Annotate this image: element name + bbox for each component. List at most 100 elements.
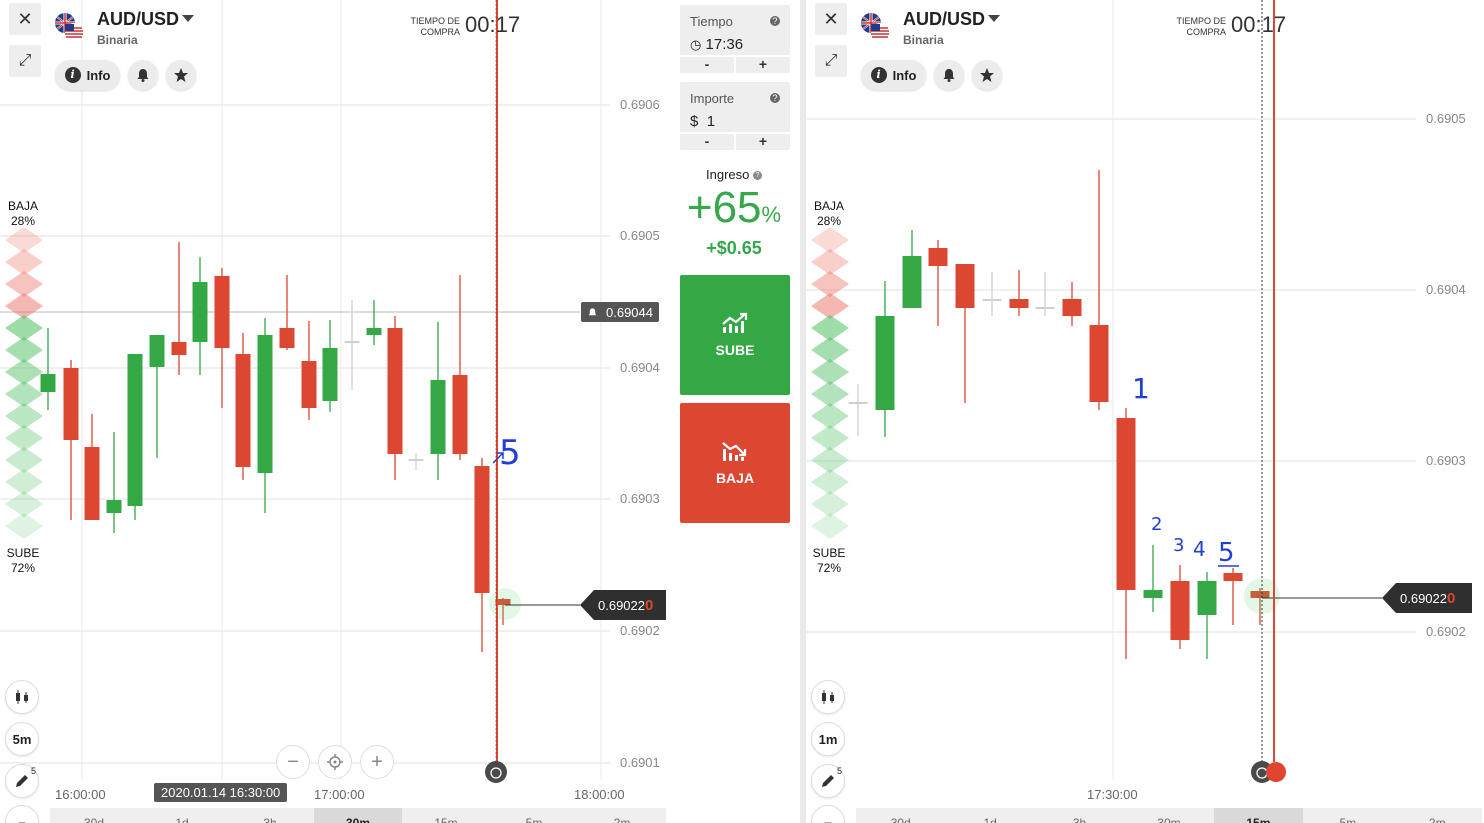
period-option[interactable]: 1d	[138, 808, 226, 823]
timeframe-button[interactable]: 5m	[5, 722, 39, 756]
candle-body	[387, 328, 403, 454]
time-value[interactable]: ◷ 17:36	[690, 36, 743, 53]
candle-body	[1170, 581, 1190, 640]
expand-icon[interactable]: ⤢	[815, 45, 847, 77]
candle-body	[63, 368, 79, 440]
current-price-last-digit: 0	[1447, 589, 1456, 607]
star-icon	[980, 68, 994, 82]
amount-value[interactable]: $ 1	[690, 113, 715, 130]
income-label: Ingreso ?	[668, 167, 800, 182]
period-option[interactable]: 5m	[1303, 808, 1392, 823]
bell-icon	[943, 69, 955, 82]
chart-type-button[interactable]	[811, 680, 845, 714]
chevron-down-icon[interactable]	[182, 15, 194, 22]
period-bar: 30d 1d 3h 30m 15m 5m 2m	[856, 808, 1482, 823]
close-icon[interactable]: ✕	[9, 3, 41, 35]
center-button[interactable]	[318, 745, 352, 779]
sube-pct: 72%	[816, 561, 842, 575]
info-label: Info	[86, 67, 111, 83]
sube-button[interactable]: SUBE	[680, 275, 790, 395]
right-candlestick-chart[interactable]: 123 4 50.69050.69040.69030.6902	[806, 0, 1484, 823]
help-icon[interactable]: ?	[753, 171, 762, 181]
period-option[interactable]: 2m	[1393, 808, 1482, 823]
candle-body	[40, 374, 56, 392]
close-icon[interactable]: ✕	[815, 3, 847, 35]
amount-box[interactable]: Importe ? $ 1 - +	[680, 82, 790, 150]
favorite-button[interactable]	[166, 60, 196, 90]
trend-up-icon	[722, 312, 748, 333]
time-stepper: - +	[680, 55, 790, 73]
pair-name[interactable]: AUD/USD	[903, 9, 985, 30]
price-glow	[489, 588, 521, 620]
flag-icon	[861, 13, 889, 41]
period-option[interactable]: 1d	[945, 808, 1034, 823]
amount-decrease-button[interactable]: -	[680, 134, 736, 150]
bell-icon	[588, 307, 597, 315]
income-amount: +$0.65	[706, 238, 762, 258]
period-option[interactable]: 3h	[226, 808, 314, 823]
candle-body	[902, 256, 922, 308]
candle-body	[848, 402, 868, 404]
period-option[interactable]: 15m	[402, 808, 490, 823]
right-chart-panel: 1 2 3 4 5 0.6905 0.6904 0.6903 0.6902 ✕ ⤢ AUD/US…	[806, 0, 1484, 823]
left-candlestick-chart[interactable]: 5 0.6906 0.6905 0.6904 0.6903 0.6902 0.6901	[0, 0, 668, 823]
time-increase-button[interactable]: +	[736, 57, 790, 73]
period-option[interactable]: 3h	[1035, 808, 1124, 823]
time-label: Tiempo	[690, 14, 733, 29]
sube-sentiment: SUBE 72%	[807, 546, 851, 576]
info-button[interactable]: i Info	[55, 60, 120, 90]
candle-body	[344, 341, 360, 343]
candle-body	[192, 282, 208, 342]
candle-body	[214, 276, 230, 348]
alert-price-tag[interactable]: 0.69044	[581, 302, 659, 322]
help-icon[interactable]: ?	[770, 93, 780, 103]
info-button[interactable]: i Info	[861, 60, 926, 90]
timer-value: 00:17	[465, 12, 521, 37]
amount-increase-button[interactable]: +	[736, 134, 790, 150]
pencil-icon	[822, 775, 834, 787]
period-option[interactable]: 5m	[490, 808, 578, 823]
period-option[interactable]: 30d	[856, 808, 945, 823]
chart-type-button[interactable]	[5, 680, 39, 714]
time-decrease-button[interactable]: -	[680, 57, 736, 73]
baja-sentiment: BAJA 28%	[807, 199, 851, 229]
candle-body	[279, 328, 295, 348]
baja-button[interactable]: BAJA	[680, 403, 790, 523]
candle-body	[106, 500, 122, 513]
sube-label: SUBE	[6, 546, 40, 560]
zoom-out-icon: −	[287, 750, 299, 773]
favorite-button[interactable]	[972, 60, 1002, 90]
expand-icon[interactable]: ⤢	[9, 45, 41, 77]
info-icon: i	[870, 67, 887, 83]
trend-down-icon	[722, 442, 747, 461]
period-option[interactable]: 2m	[578, 808, 666, 823]
timeframe-button[interactable]: 1m	[811, 722, 845, 756]
time-box[interactable]: Tiempo ? ◷ 17:36 - +	[680, 5, 790, 73]
zoom-in-icon: +	[371, 750, 383, 773]
candle-body	[1009, 299, 1029, 308]
zoom-out-button[interactable]: −	[276, 745, 310, 779]
y-axis-label: 0.6903	[620, 491, 660, 506]
bell-icon	[137, 69, 149, 82]
candle-body	[928, 248, 948, 266]
candle-body	[84, 447, 100, 520]
help-icon[interactable]: ?	[770, 16, 780, 26]
y-axis-label: 0.6903	[1426, 453, 1466, 468]
pair-name[interactable]: AUD/USD	[97, 9, 179, 30]
bell-button[interactable]	[934, 60, 964, 90]
alert-price: 0.69044	[606, 304, 653, 320]
zoom-in-button[interactable]: +	[360, 745, 394, 779]
y-axis-label: 0.6902	[620, 623, 660, 638]
chevron-down-icon[interactable]	[988, 15, 1000, 22]
period-option-active[interactable]: 15m	[1213, 808, 1304, 823]
baja-label: BAJA	[7, 199, 38, 213]
sube-sentiment: SUBE 72%	[1, 546, 45, 576]
period-option[interactable]: 30m	[1124, 808, 1213, 823]
period-option-active[interactable]: 30m	[314, 808, 402, 823]
income-label-text: Ingreso	[706, 167, 750, 182]
clock-icon: ◷	[690, 37, 702, 52]
bell-button[interactable]	[128, 60, 158, 90]
period-option[interactable]: 30d	[50, 808, 138, 823]
annotation-number: 2	[1151, 514, 1162, 535]
time-label: 17:30:00	[1087, 787, 1138, 802]
